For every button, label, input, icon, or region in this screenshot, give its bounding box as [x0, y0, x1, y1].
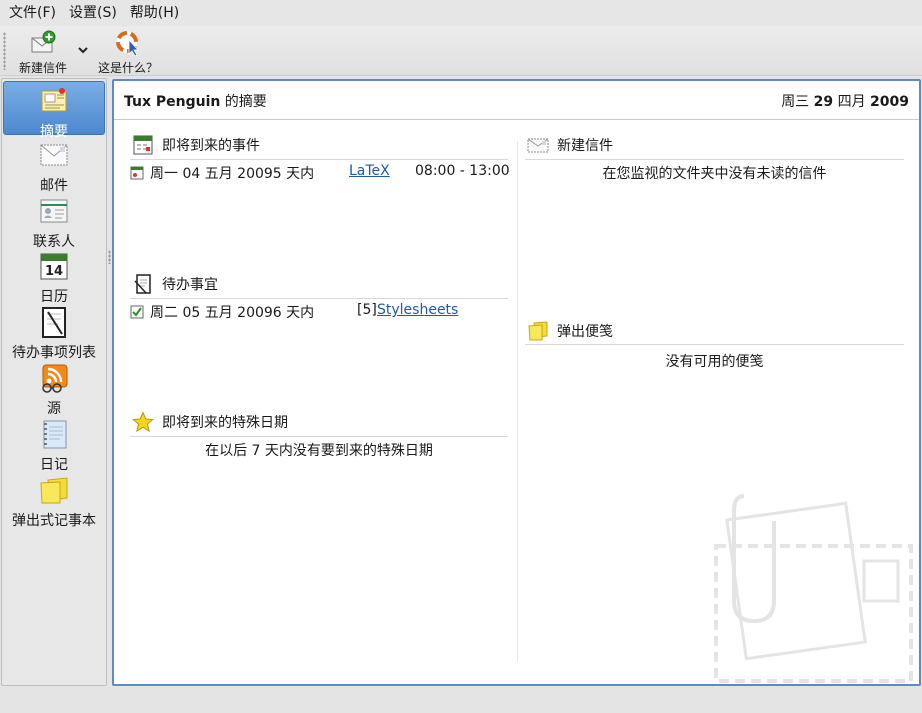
calendar-icon	[133, 135, 153, 155]
feeds-icon	[42, 364, 68, 393]
new-mail-button[interactable]: 新建信件	[14, 30, 72, 75]
sidebar-item-label: 日记	[40, 457, 68, 473]
sidebar-item-label: 弹出式记事本	[12, 513, 96, 529]
sidebar-item-label: 源	[47, 401, 61, 417]
notes-section-header: 弹出便笺	[527, 320, 613, 342]
menu-bar: 文件(F) 设置(S) 帮助(H)	[0, 0, 922, 26]
notes-heading: 弹出便笺	[557, 324, 613, 340]
todo-date: 周二 05 五月 2009	[150, 305, 273, 321]
special-dates-section-header: 即将到来的特殊日期	[132, 411, 288, 433]
sidebar-item-todo[interactable]: 待办事项列表	[3, 306, 105, 361]
todo-list-icon	[42, 307, 66, 338]
new-mail-heading: 新建信件	[557, 138, 613, 154]
todo-priority: [5]	[357, 302, 377, 318]
event-time: 08:00 - 13:00	[415, 163, 510, 179]
events-section-header: 即将到来的事件	[132, 134, 260, 156]
notes-empty: 没有可用的便笺	[665, 354, 764, 370]
whats-this-icon	[116, 31, 139, 57]
menu-file[interactable]: 文件(F)	[4, 1, 64, 25]
column-divider	[517, 141, 518, 661]
header-divider	[114, 119, 919, 120]
date-weekday: 周三	[781, 94, 814, 110]
chevron-down-icon	[78, 47, 88, 54]
event-title-link[interactable]: LaTeX	[349, 163, 390, 179]
notes-rule	[525, 344, 904, 345]
popup-notes-icon	[528, 321, 548, 341]
whats-this-label: 这是什么？	[97, 61, 158, 75]
journal-icon	[43, 420, 67, 449]
summary-date: 周三 29 四月 2009	[781, 91, 909, 111]
event-row: 周一 04 五月 20095 天内	[130, 163, 314, 183]
special-dates-heading: 即将到来的特殊日期	[162, 415, 288, 431]
new-mail-icon	[31, 30, 56, 53]
calendar-day: 14	[45, 264, 63, 279]
new-mail-dropdown[interactable]	[76, 40, 90, 60]
todo-row: 周二 05 五月 20096 天内	[130, 302, 314, 322]
menu-settings[interactable]: 设置(S)	[64, 1, 125, 25]
new-mail-section-header: 新建信件	[527, 134, 613, 156]
mail-icon	[527, 138, 549, 153]
new-mail-label: 新建信件	[18, 61, 67, 75]
star-icon	[132, 411, 154, 433]
checkbox-icon	[130, 305, 144, 319]
date-month: 四月	[833, 94, 871, 110]
summary-panel: Tux Penguin 的摘要 周三 29 四月 2009 即将到来的事件 周一…	[112, 79, 921, 686]
todo-title-link[interactable]: Stylesheets	[377, 302, 458, 318]
menu-help[interactable]: 帮助(H)	[125, 1, 187, 25]
sidebar-item-label: 日历	[40, 289, 68, 305]
todos-section-header: 待办事宜	[132, 273, 218, 295]
calendar-icon: 14	[40, 253, 68, 280]
summary-icon	[41, 88, 67, 112]
whats-this-button[interactable]: 这是什么？	[96, 30, 160, 75]
todos-heading: 待办事宜	[162, 277, 218, 293]
events-heading: 即将到来的事件	[162, 138, 260, 154]
sidebar-item-feeds[interactable]: 源	[3, 362, 105, 417]
sidebar-item-label: 待办事项列表	[12, 345, 96, 361]
component-sidebar: 摘要 邮件 联系人 14 日历 待办事项列表 源 日记 弹出式记事本	[1, 78, 107, 686]
new-mail-empty: 在您监视的文件夹中没有未读的信件	[602, 166, 827, 182]
sidebar-item-mail[interactable]: 邮件	[3, 139, 105, 194]
todo-list-icon	[134, 274, 151, 294]
special-dates-empty: 在以后 7 天内没有要到来的特殊日期	[205, 443, 433, 459]
sidebar-splitter[interactable]	[108, 250, 111, 264]
date-year: 2009	[870, 94, 909, 110]
main-toolbar: 新建信件 这是什么？	[0, 26, 922, 76]
summary-title-suffix: 的摘要	[220, 94, 267, 110]
toolbar-handle[interactable]	[3, 32, 6, 70]
sidebar-item-popup-notes[interactable]: 弹出式记事本	[3, 474, 105, 529]
contacts-icon	[40, 199, 68, 223]
sidebar-item-journal[interactable]: 日记	[3, 418, 105, 473]
todo-days: 6 天内	[272, 305, 315, 321]
mail-icon	[40, 144, 68, 166]
popup-notes-icon	[40, 477, 68, 504]
new-mail-rule	[525, 159, 904, 160]
events-rule	[130, 159, 508, 160]
sidebar-item-label: 联系人	[33, 234, 75, 250]
sidebar-item-contacts[interactable]: 联系人	[3, 195, 105, 250]
sidebar-item-label: 邮件	[40, 178, 68, 194]
summary-title: Tux Penguin 的摘要	[124, 91, 267, 111]
special-dates-rule	[130, 436, 508, 437]
summary-user: Tux Penguin	[124, 94, 221, 110]
event-icon	[130, 166, 144, 180]
sidebar-item-summary[interactable]: 摘要	[3, 81, 105, 140]
date-day: 29	[813, 94, 834, 110]
kontact-watermark-icon	[714, 494, 913, 683]
event-date: 周一 04 五月 2009	[150, 166, 273, 182]
sidebar-item-calendar[interactable]: 14 日历	[3, 250, 105, 305]
todos-rule	[130, 298, 508, 299]
event-days: 5 天内	[272, 166, 315, 182]
